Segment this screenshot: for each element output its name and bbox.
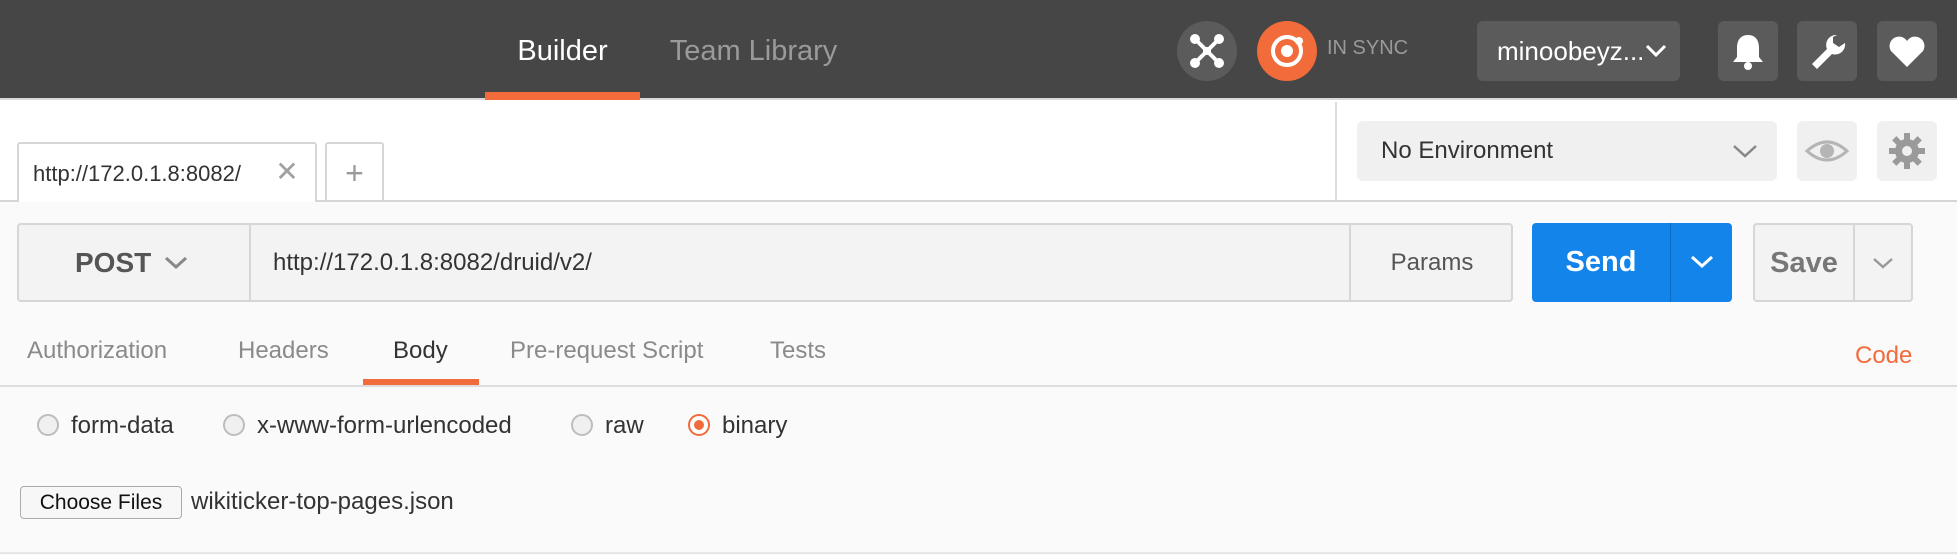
interceptor-button[interactable]: [1177, 21, 1237, 81]
user-dropdown[interactable]: minoobeyz...: [1477, 21, 1680, 81]
request-tab-label: http://172.0.1.8:8082/: [33, 161, 241, 186]
wrench-icon: [1812, 34, 1846, 69]
method-select[interactable]: POST: [17, 223, 251, 302]
tab-authorization[interactable]: Authorization: [27, 331, 167, 371]
tab-body[interactable]: Body: [393, 331, 448, 371]
settings-button[interactable]: [1797, 21, 1857, 81]
manage-environments-button[interactable]: [1877, 121, 1937, 181]
interceptor-icon: [1190, 34, 1224, 68]
notifications-button[interactable]: [1718, 21, 1778, 81]
environment-select[interactable]: No Environment: [1357, 121, 1777, 181]
tab-team-library[interactable]: Team Library: [660, 0, 847, 100]
environment-quicklook-button[interactable]: [1797, 121, 1857, 181]
tab-tests[interactable]: Tests: [770, 331, 826, 371]
radio-selected-dot: [694, 420, 704, 430]
method-label: POST: [75, 247, 152, 278]
sync-button[interactable]: [1257, 21, 1317, 81]
sync-icon: [1271, 35, 1303, 67]
active-tab-indicator: [485, 92, 640, 100]
tab-pre-request-script[interactable]: Pre-request Script: [510, 331, 703, 371]
radio-x-www-form-urlencoded[interactable]: [223, 414, 245, 436]
heart-icon: [1889, 36, 1925, 67]
divider: [0, 385, 1957, 387]
tab-headers[interactable]: Headers: [238, 331, 329, 371]
radio-label-form-data[interactable]: form-data: [71, 406, 174, 446]
radio-label-binary[interactable]: binary: [722, 406, 787, 446]
radio-label-x-www-form-urlencoded[interactable]: x-www-form-urlencoded: [257, 406, 512, 446]
favorites-button[interactable]: [1877, 21, 1937, 81]
selected-file-name: wikiticker-top-pages.json: [191, 488, 454, 515]
choose-files-button[interactable]: Choose Files: [20, 486, 182, 519]
gear-icon: [1889, 133, 1925, 169]
params-button[interactable]: Params: [1349, 223, 1513, 302]
code-link[interactable]: Code: [1855, 336, 1912, 376]
new-tab-button[interactable]: +: [325, 142, 384, 202]
eye-icon: [1804, 140, 1850, 162]
send-button[interactable]: Send: [1532, 223, 1670, 302]
save-options-button[interactable]: [1853, 223, 1913, 302]
username: minoobeyz...: [1497, 36, 1645, 66]
send-options-button[interactable]: [1670, 223, 1732, 302]
bell-icon: [1733, 35, 1763, 70]
sync-status: IN SYNC: [1327, 37, 1409, 59]
save-button[interactable]: Save: [1753, 223, 1853, 302]
url-input[interactable]: http://172.0.1.8:8082/druid/v2/: [251, 223, 1349, 302]
divider: [1335, 102, 1337, 201]
divider: [0, 552, 1957, 554]
radio-raw[interactable]: [571, 414, 593, 436]
radio-form-data[interactable]: [37, 414, 59, 436]
close-icon[interactable]: ✕: [272, 158, 302, 188]
chevron-down-icon: [1645, 44, 1667, 58]
chevron-down-icon: [1690, 255, 1714, 269]
chevron-down-icon: [1733, 145, 1757, 158]
radio-label-raw[interactable]: raw: [605, 406, 644, 446]
environment-label: No Environment: [1381, 137, 1554, 164]
tab-builder[interactable]: Builder: [485, 0, 640, 100]
chevron-down-icon: [1873, 258, 1893, 269]
chevron-down-icon: [164, 256, 188, 270]
